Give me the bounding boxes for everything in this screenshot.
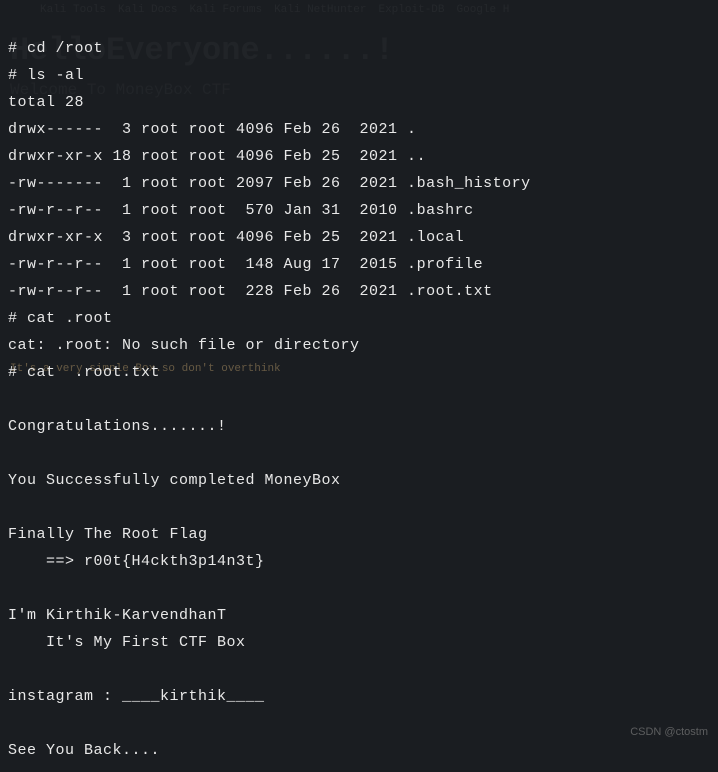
term-line: # ls -al [8,67,84,84]
term-line: -rw-r--r-- 1 root root 148 Aug 17 2015 .… [8,256,483,273]
term-line: -rw------- 1 root root 2097 Feb 26 2021 … [8,175,531,192]
term-line: Finally The Root Flag [8,526,208,543]
term-line: total 28 [8,94,84,111]
term-line: It's My First CTF Box [8,634,246,651]
term-line: I'm Kirthik-KarvendhanT [8,607,227,624]
terminal-output[interactable]: # cd /root # ls -al total 28 drwx------ … [0,0,718,772]
term-line: Congratulations.......! [8,418,227,435]
term-line: drwx------ 3 root root 4096 Feb 26 2021 … [8,121,417,138]
term-line: instagram : ____kirthik____ [8,688,265,705]
term-line: You Successfully completed MoneyBox [8,472,341,489]
watermark: CSDN @ctostm [630,726,708,738]
term-line: ==> r00t{H4ckth3p14n3t} [8,553,265,570]
term-line: -rw-r--r-- 1 root root 570 Jan 31 2010 .… [8,202,474,219]
term-line: drwxr-xr-x 3 root root 4096 Feb 25 2021 … [8,229,464,246]
term-line: See You Back.... [8,742,160,759]
term-line: # cat .root.txt [8,364,160,381]
term-line: # cat .root [8,310,113,327]
term-line: -rw-r--r-- 1 root root 228 Feb 26 2021 .… [8,283,493,300]
term-line: # cd /root [8,40,103,57]
term-line: drwxr-xr-x 18 root root 4096 Feb 25 2021… [8,148,426,165]
term-line: cat: .root: No such file or directory [8,337,360,354]
